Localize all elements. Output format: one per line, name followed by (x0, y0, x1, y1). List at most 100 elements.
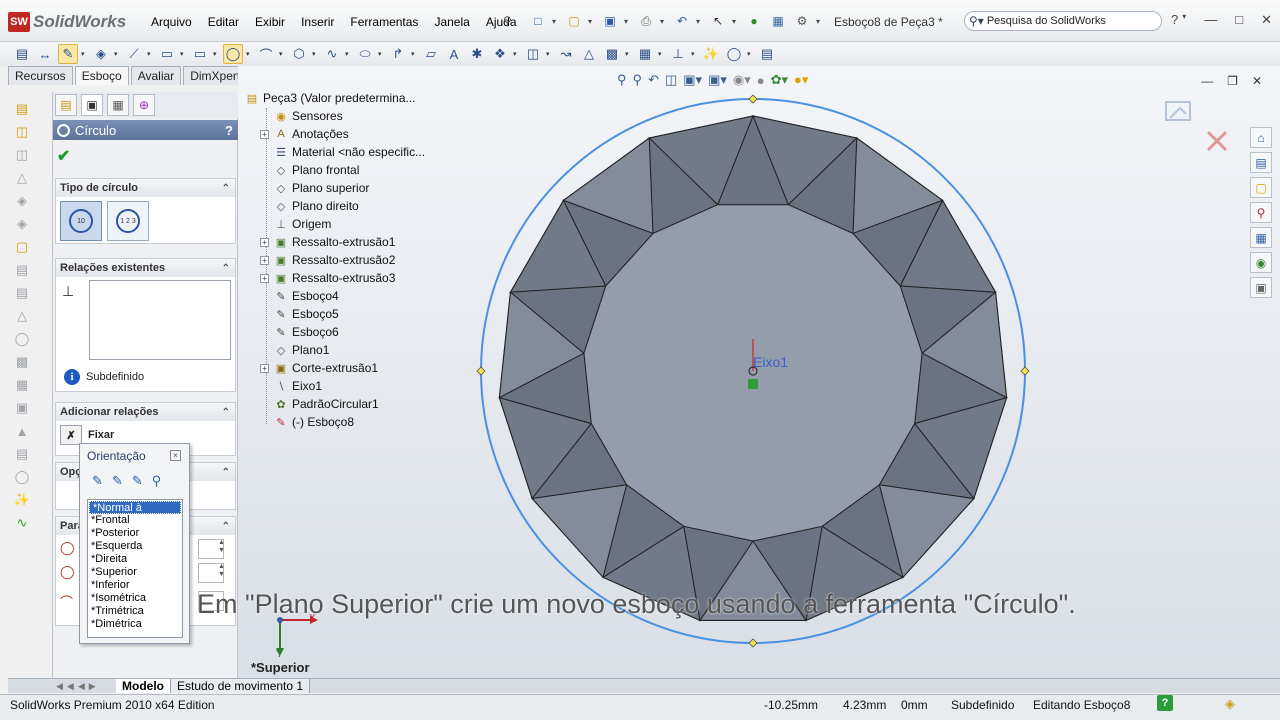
ellipse-icon[interactable]: ⬭ (355, 44, 375, 64)
slot-icon[interactable]: ▭ (190, 44, 210, 64)
offset-icon[interactable]: ↝ (556, 44, 576, 64)
tags-icon[interactable]: ◈ (1225, 696, 1235, 712)
sweep-icon[interactable]: ◫ (12, 146, 32, 164)
tree-item[interactable]: + ▣ Corte-extrusão1 (260, 360, 378, 376)
tab-2[interactable]: Avaliar (130, 66, 182, 85)
maximize-icon[interactable]: □ (1235, 12, 1243, 28)
tree-item[interactable]: ◉ Sensores (273, 108, 343, 124)
tree-item[interactable]: + A Anotações (260, 126, 349, 142)
save-dropdown-icon[interactable]: ▾ (624, 12, 632, 30)
extrude-cut-icon[interactable]: ▢ (12, 238, 32, 256)
section-view-icon[interactable]: ◫ (665, 72, 677, 88)
revolve-boss-icon[interactable]: ◫ (12, 123, 32, 141)
collapse-chevron-icon[interactable]: ⌃ (222, 521, 230, 532)
pin-icon[interactable]: ⚲ (503, 14, 517, 28)
rebuild-icon[interactable]: ● (744, 12, 764, 30)
fillet-dropdown-icon[interactable]: ▾ (411, 50, 418, 58)
solidworks-resources-icon[interactable]: ⌂ (1250, 127, 1272, 148)
expand-icon[interactable]: + (260, 273, 269, 283)
rib-icon[interactable]: ▦ (12, 376, 32, 394)
tree-item[interactable]: ✎ (-) Esboço8 (273, 414, 354, 430)
cut-icon[interactable]: ◈ (12, 215, 32, 233)
spline-dropdown-icon[interactable]: ▾ (345, 50, 352, 58)
solidworks-logo[interactable]: SW SolidWorks (8, 11, 126, 33)
minimize-icon[interactable]: — (1204, 12, 1217, 28)
model-top-face[interactable] (583, 204, 923, 542)
help-icon[interactable]: ? (1171, 12, 1178, 28)
quick-snaps-icon[interactable]: ✨ (701, 44, 721, 64)
convert-dropdown-icon[interactable]: ▾ (546, 50, 553, 58)
smart-dimension-icon[interactable]: ↔ (35, 44, 55, 64)
close-icon[interactable]: ✕ (1261, 12, 1272, 28)
print-dropdown-icon[interactable]: ▾ (660, 12, 668, 30)
pattern-dropdown-icon[interactable]: ▾ (625, 50, 632, 58)
update-view-icon[interactable]: ✎ (112, 473, 123, 489)
tree-item[interactable]: ☰ Material <não especific... (273, 144, 425, 160)
configuration-manager-tab-icon[interactable]: ▦ (107, 94, 129, 116)
center-circle-button[interactable]: 10 (60, 201, 102, 241)
pattern-feature-icon[interactable]: ▩ (12, 353, 32, 371)
menu-0[interactable]: Arquivo (143, 15, 200, 29)
dimension-icon[interactable]: ◈ (91, 44, 111, 64)
sketch-icon[interactable]: ▤ (12, 44, 32, 64)
edit-appearance-icon[interactable]: ● (757, 73, 765, 88)
tree-item[interactable]: ✿ PadrãoCircular1 (273, 396, 378, 412)
fillet-feature-icon[interactable]: ◯ (12, 330, 32, 348)
arc-dropdown-icon[interactable]: ▾ (279, 50, 286, 58)
loft-cut-icon[interactable]: △ (12, 307, 32, 325)
tree-item[interactable]: ◇ Plano superior (273, 180, 370, 196)
circle-type-header[interactable]: Tipo de círculo ⌃ (56, 179, 235, 197)
open-dropdown-icon[interactable]: ▾ (588, 12, 596, 30)
sweep-cut-icon[interactable]: ▤ (12, 284, 32, 302)
search-results-icon[interactable]: ⚲ (1250, 202, 1272, 223)
circle-quadrant-point[interactable] (476, 366, 486, 376)
orientation-item[interactable]: *Trimétrica (88, 605, 182, 618)
expand-icon[interactable]: + (260, 255, 269, 265)
orientation-item[interactable]: *Normal à (89, 501, 181, 514)
arc-icon[interactable]: ⌒ (256, 44, 276, 64)
collapse-chevron-icon[interactable]: ⌃ (222, 407, 230, 418)
edit-sketch-icon[interactable]: ✎ (58, 44, 78, 64)
edit-sketch-dropdown-icon[interactable]: ▾ (81, 50, 88, 58)
collapse-chevron-icon[interactable]: ⌃ (222, 263, 230, 274)
center-x-spinner-icon[interactable]: ▲ ▼ (218, 539, 225, 555)
polygon-icon[interactable]: ⬡ (289, 44, 309, 64)
options-dropdown-icon[interactable]: ▾ (816, 12, 824, 30)
undo-icon[interactable]: ↶ (672, 12, 692, 30)
instant2d-icon[interactable]: ▤ (757, 44, 777, 64)
orientation-item[interactable]: *Dimétrica (88, 618, 182, 631)
custom-properties-icon[interactable]: ▣ (1250, 277, 1272, 298)
view-palette-icon[interactable]: ▦ (1250, 227, 1272, 248)
options-icon[interactable]: ⚙ (792, 12, 812, 30)
apply-scene-icon[interactable]: ✿▾ (771, 72, 788, 88)
design-library-icon[interactable]: ▤ (1250, 152, 1272, 173)
wrap-icon[interactable]: ▤ (12, 445, 32, 463)
menu-2[interactable]: Exibir (247, 15, 293, 29)
menu-6[interactable]: Ajuda (478, 15, 525, 29)
undo-dropdown-icon[interactable]: ▾ (696, 12, 704, 30)
appearances-icon[interactable]: ◉ (1250, 252, 1272, 273)
rectangle-icon[interactable]: ▭ (157, 44, 177, 64)
move-entities-icon[interactable]: ▦ (635, 44, 655, 64)
perimeter-circle-button[interactable]: 1 2 3 (107, 201, 149, 241)
view-settings-icon[interactable]: ●▾ (794, 72, 808, 88)
trim-icon[interactable]: ❖ (490, 44, 510, 64)
collapse-chevron-icon[interactable]: ⌃ (222, 183, 230, 194)
menu-4[interactable]: Ferramentas (342, 15, 426, 29)
tree-item[interactable]: ∖ Eixo1 (273, 378, 322, 394)
doc-restore-icon[interactable]: ❐ (1227, 74, 1238, 88)
dome-icon[interactable]: ◯ (12, 468, 32, 486)
file-explorer-icon[interactable]: ▢ (1250, 177, 1272, 198)
tab-1[interactable]: Esboço (74, 66, 129, 85)
feature-manager-tab-icon[interactable]: ▤ (55, 94, 77, 116)
tree-item[interactable]: ◇ Plano direito (273, 198, 359, 214)
draft-icon[interactable]: ▲ (12, 422, 32, 440)
view-orientation-icon[interactable]: ▣▾ (683, 72, 702, 88)
hide-show-items-icon[interactable]: ◉▾ (733, 72, 751, 88)
orientation-list[interactable]: *Normal à *Frontal *Posterior *Esquerda *Dir… (87, 499, 183, 638)
tree-item[interactable]: + ▣ Ressalto-extrusão1 (260, 234, 395, 250)
cancel-sketch-icon[interactable] (1206, 130, 1228, 152)
property-manager-tab-icon[interactable]: ▣ (81, 94, 103, 116)
smart-tool-icon[interactable]: ✨ (12, 491, 32, 509)
doc-minimize-icon[interactable]: — (1201, 74, 1213, 88)
